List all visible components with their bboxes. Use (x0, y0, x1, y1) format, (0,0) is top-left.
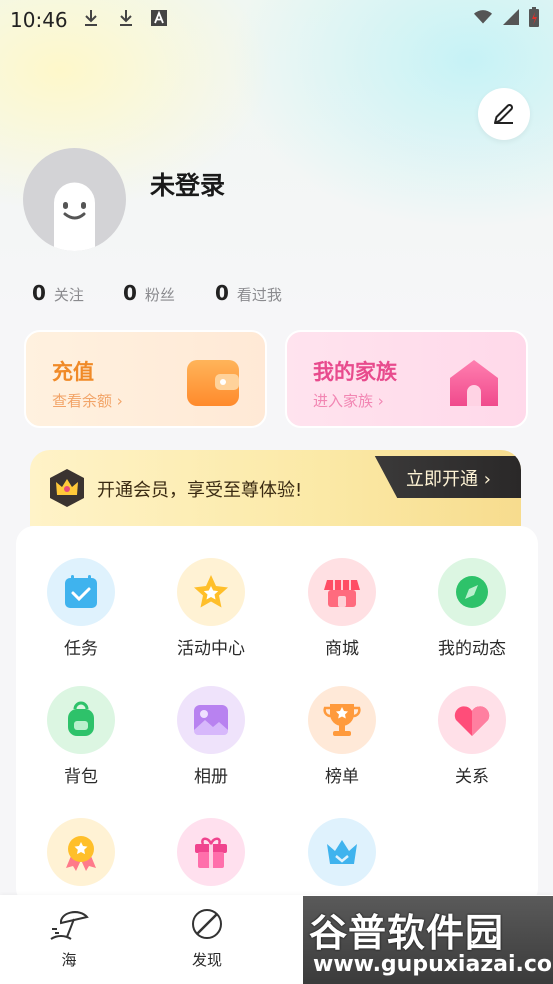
crown-icon (308, 818, 376, 886)
menu-item-my-posts[interactable]: 我的动态 (417, 558, 527, 659)
stat-fans[interactable]: 0 粉丝 (123, 281, 175, 305)
backpack-icon (47, 686, 115, 754)
menu-item-label: 榜单 (325, 767, 359, 787)
stat-fans-count: 0 (123, 281, 137, 305)
menu-item-store[interactable]: 商城 (287, 558, 397, 659)
menu-item-relations[interactable]: 关系 (417, 686, 527, 787)
wallet-icon (187, 360, 239, 406)
compass-icon (438, 558, 506, 626)
recharge-title: 充值 (52, 360, 94, 384)
edit-profile-button[interactable] (478, 88, 530, 140)
family-subtitle: 进入家族 › (313, 392, 384, 410)
stats-row: 0 关注 0 粉丝 0 看过我 (32, 281, 532, 309)
menu-item-label: 我的动态 (438, 639, 506, 659)
menu-item-label: 活动中心 (177, 639, 245, 659)
wifi-icon (474, 10, 492, 24)
house-icon (450, 360, 498, 406)
star-icon (177, 558, 245, 626)
menu-item-backpack[interactable]: 背包 (26, 686, 136, 787)
watermark-url: www.gupuxiazai.com (313, 952, 553, 977)
vip-activate-button[interactable]: 立即开通 › (374, 456, 521, 498)
avatar[interactable] (23, 148, 126, 251)
stat-following[interactable]: 0 关注 (32, 281, 84, 305)
watermark: 谷普软件园 www.gupuxiazai.com (303, 896, 553, 984)
menu-item-medal[interactable] (26, 818, 136, 894)
menu-item-vip[interactable] (287, 818, 397, 894)
menu-item-label: 背包 (64, 767, 98, 787)
menu-item-album[interactable]: 相册 (156, 686, 266, 787)
tab-discover[interactable]: 发现 (167, 907, 247, 970)
vip-activate-label: 立即开通 › (406, 469, 491, 490)
family-card[interactable]: 我的家族 进入家族 › (285, 330, 528, 428)
beach-umbrella-icon (50, 911, 89, 940)
menu-item-label: 关系 (455, 767, 489, 787)
recharge-subtitle: 查看余额 › (52, 392, 123, 410)
stat-visitors-label: 看过我 (236, 286, 282, 304)
stat-visitors-count: 0 (215, 281, 229, 305)
stat-fans-label: 粉丝 (144, 286, 175, 304)
default-avatar-icon (54, 182, 95, 251)
menu-item-activity-center[interactable]: 活动中心 (156, 558, 266, 659)
watermark-title: 谷普软件园 (309, 911, 505, 955)
planet-icon (192, 909, 222, 939)
stat-following-count: 0 (32, 281, 46, 305)
signal-icon (503, 9, 519, 25)
album-icon (177, 686, 245, 754)
battery-icon (529, 7, 539, 27)
menu-item-label: 相册 (194, 767, 228, 787)
tab-discover-label: 发现 (191, 951, 222, 969)
download-icon (85, 10, 97, 26)
menu-item-leaderboard[interactable]: 榜单 (287, 686, 397, 787)
trophy-icon (308, 686, 376, 754)
tab-sea[interactable]: 海 (29, 907, 109, 970)
heart-icon (438, 686, 506, 754)
stat-following-label: 关注 (53, 286, 84, 304)
vip-crown-icon (50, 469, 84, 507)
stat-visitors[interactable]: 0 看过我 (215, 281, 282, 305)
menu-panel: 任务 活动中心 商城 我的动态 背包 相册 榜单 关系 (16, 526, 538, 906)
status-bar: 10:46 (0, 0, 553, 38)
gift-icon (177, 818, 245, 886)
pencil-icon (494, 104, 513, 124)
medal-icon (47, 818, 115, 886)
vip-promo-text: 开通会员，享受至尊体验! (97, 480, 303, 501)
family-title: 我的家族 (313, 360, 397, 384)
menu-item-task[interactable]: 任务 (26, 558, 136, 659)
task-icon (47, 558, 115, 626)
menu-item-label: 商城 (325, 639, 359, 659)
vip-banner[interactable]: 开通会员，享受至尊体验! 立即开通 › (30, 450, 521, 526)
download-icon (120, 10, 132, 26)
menu-item-gift[interactable] (156, 818, 266, 894)
status-time: 10:46 (10, 8, 68, 32)
recharge-card[interactable]: 充值 查看余额 › (24, 330, 267, 428)
store-icon (308, 558, 376, 626)
username[interactable]: 未登录 (150, 166, 225, 202)
keyboard-a-icon (151, 10, 167, 26)
tab-sea-label: 海 (61, 951, 77, 969)
menu-item-label: 任务 (64, 639, 98, 659)
